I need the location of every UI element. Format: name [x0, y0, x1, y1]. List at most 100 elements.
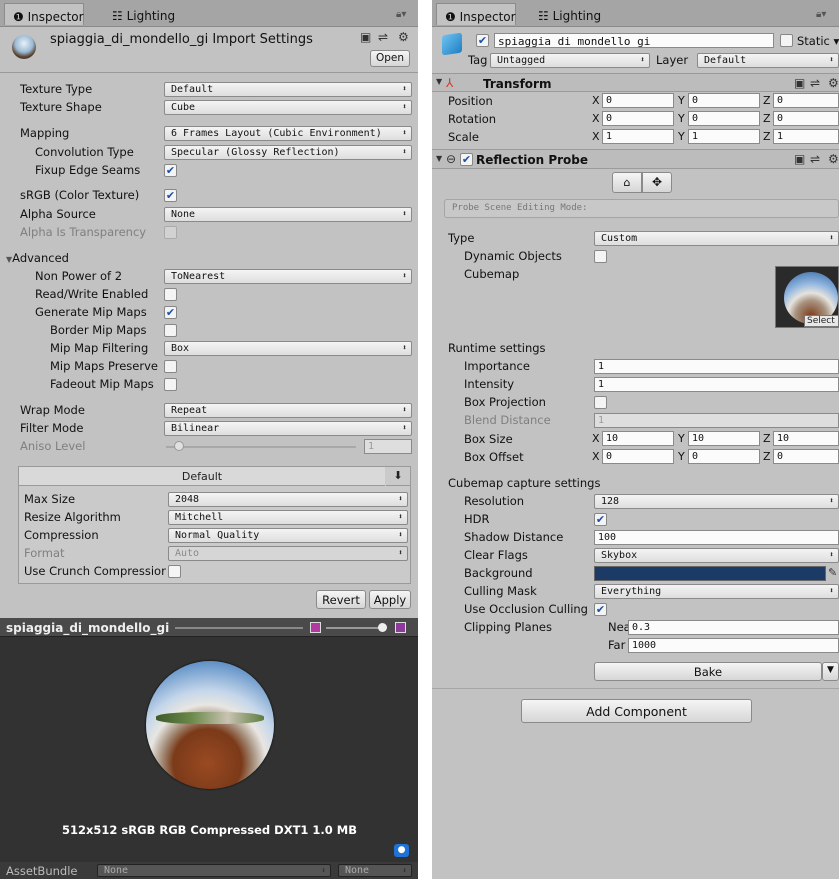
revert-button[interactable]: Revert: [316, 590, 366, 609]
dynamic-objects-checkbox[interactable]: [594, 250, 607, 263]
platform-tab-default[interactable]: Default: [19, 467, 385, 486]
box-projection-checkbox[interactable]: [594, 396, 607, 409]
position-y-field[interactable]: 0: [688, 93, 760, 108]
probe-help-icon[interactable]: ▣: [794, 152, 805, 166]
box-size-y-label[interactable]: Y: [678, 432, 685, 445]
resolution-dropdown[interactable]: 128: [594, 494, 839, 509]
srgb-checkbox[interactable]: ✔: [164, 189, 177, 202]
mapping-dropdown[interactable]: 6 Frames Layout (Cubic Environment): [164, 126, 412, 141]
scale-x-field[interactable]: 1: [602, 129, 674, 144]
box-offset-z-field[interactable]: 0: [773, 449, 839, 464]
aniso-slider-thumb[interactable]: [174, 441, 184, 451]
edit-bounds-button[interactable]: ⌂: [612, 172, 642, 193]
rotation-y-field[interactable]: 0: [688, 111, 760, 126]
gear-icon[interactable]: ⚙: [398, 30, 409, 44]
tab-lighting[interactable]: ☷ Lighting: [104, 3, 183, 25]
box-offset-y-field[interactable]: 0: [688, 449, 760, 464]
cubemap-select-button[interactable]: Select: [804, 315, 839, 327]
intensity-field[interactable]: 1: [594, 377, 839, 392]
texture-type-dropdown[interactable]: Default: [164, 82, 412, 97]
scale-z-field[interactable]: 1: [773, 129, 839, 144]
background-color-swatch[interactable]: [594, 566, 826, 581]
eyedropper-icon[interactable]: ✎: [828, 566, 837, 579]
box-offset-x-label[interactable]: X: [592, 450, 600, 463]
rotation-z-label[interactable]: Z: [763, 112, 771, 125]
box-offset-z-label[interactable]: Z: [763, 450, 771, 463]
add-component-button[interactable]: Add Component: [521, 699, 752, 723]
scale-y-label[interactable]: Y: [678, 130, 685, 143]
texture-shape-dropdown[interactable]: Cube: [164, 100, 412, 115]
non-power-of-2-dropdown[interactable]: ToNearest: [164, 269, 412, 284]
compression-dropdown[interactable]: Normal Quality: [168, 528, 408, 543]
rotation-z-field[interactable]: 0: [773, 111, 839, 126]
box-offset-x-field[interactable]: 0: [602, 449, 674, 464]
importance-field[interactable]: 1: [594, 359, 839, 374]
fixup-edge-seams-checkbox[interactable]: ✔: [164, 164, 177, 177]
max-size-dropdown[interactable]: 2048: [168, 492, 408, 507]
bake-button[interactable]: Bake: [594, 662, 822, 681]
box-size-x-label[interactable]: X: [592, 432, 600, 445]
box-size-x-field[interactable]: 10: [602, 431, 674, 446]
scale-y-field[interactable]: 1: [688, 129, 760, 144]
generate-mip-checkbox[interactable]: ✔: [164, 306, 177, 319]
occlusion-culling-checkbox[interactable]: ✔: [594, 603, 607, 616]
probe-preset-icon[interactable]: ⇌: [810, 152, 820, 166]
edit-origin-button[interactable]: ✥: [642, 172, 672, 193]
static-checkbox[interactable]: [780, 34, 793, 47]
tag-dropdown[interactable]: Untagged: [490, 53, 650, 68]
aniso-level-field[interactable]: 1: [364, 439, 412, 454]
assetbundle-variant-dropdown[interactable]: None: [338, 864, 412, 877]
tag-icon[interactable]: ●: [394, 844, 409, 857]
position-y-label[interactable]: Y: [678, 94, 685, 107]
fadeout-mip-checkbox[interactable]: [164, 378, 177, 391]
crunch-checkbox[interactable]: [168, 565, 181, 578]
static-dropdown[interactable]: Static ▾: [797, 34, 839, 48]
reflection-probe-enabled-checkbox[interactable]: ✔: [460, 153, 473, 166]
scale-x-label[interactable]: X: [592, 130, 600, 143]
box-offset-y-label[interactable]: Y: [678, 450, 685, 463]
alpha-source-dropdown[interactable]: None: [164, 207, 412, 222]
resize-algorithm-dropdown[interactable]: Mitchell: [168, 510, 408, 525]
type-dropdown[interactable]: Custom: [594, 231, 839, 246]
tab-lighting[interactable]: ☷ Lighting: [530, 3, 609, 25]
box-size-y-field[interactable]: 10: [688, 431, 760, 446]
position-x-field[interactable]: 0: [602, 93, 674, 108]
probe-gear-icon[interactable]: ⚙: [828, 152, 839, 166]
object-active-checkbox[interactable]: ✔: [476, 34, 489, 47]
border-mip-checkbox[interactable]: [164, 324, 177, 337]
transform-gear-icon[interactable]: ⚙: [828, 76, 839, 90]
culling-mask-dropdown[interactable]: Everything: [594, 584, 839, 599]
read-write-checkbox[interactable]: [164, 288, 177, 301]
lock-icon[interactable]: 🔒︎▾: [816, 9, 826, 20]
mip-preserve-checkbox[interactable]: [164, 360, 177, 373]
foldout-arrow-icon[interactable]: ▼: [436, 77, 442, 86]
shadow-distance-field[interactable]: 100: [594, 530, 839, 545]
position-z-field[interactable]: 0: [773, 93, 839, 108]
foldout-arrow-icon[interactable]: ▼: [436, 154, 442, 163]
layer-dropdown[interactable]: Default: [697, 53, 839, 68]
transform-help-icon[interactable]: ▣: [794, 76, 805, 90]
transform-preset-icon[interactable]: ⇌: [810, 76, 820, 90]
advanced-foldout[interactable]: ▼Advanced: [6, 251, 69, 265]
bake-options-button[interactable]: ▼: [822, 662, 839, 681]
box-size-z-label[interactable]: Z: [763, 432, 771, 445]
far-field[interactable]: 1000: [628, 638, 839, 653]
open-button[interactable]: Open: [370, 50, 410, 67]
checker-toggle-icon[interactable]: [395, 622, 406, 633]
position-z-label[interactable]: Z: [763, 94, 771, 107]
help-icon[interactable]: ▣: [360, 30, 371, 44]
position-x-label[interactable]: X: [592, 94, 600, 107]
alpha-toggle-icon[interactable]: [310, 622, 321, 633]
assetbundle-name-dropdown[interactable]: None: [97, 864, 331, 877]
near-field[interactable]: 0.3: [628, 620, 839, 635]
hdr-checkbox[interactable]: ✔: [594, 513, 607, 526]
mip-slider-thumb[interactable]: [378, 623, 387, 632]
filter-mode-dropdown[interactable]: Bilinear: [164, 421, 412, 436]
convolution-type-dropdown[interactable]: Specular (Glossy Reflection): [164, 145, 412, 160]
tab-inspector[interactable]: ❶ Inspector: [4, 3, 84, 25]
preset-icon[interactable]: ⇌: [378, 30, 388, 44]
wrap-mode-dropdown[interactable]: Repeat: [164, 403, 412, 418]
lock-icon[interactable]: 🔒︎▾: [396, 9, 406, 20]
object-name-field[interactable]: spiaggia_di_mondello_gi: [494, 33, 774, 48]
platform-download-icon[interactable]: ⬇: [386, 467, 410, 486]
